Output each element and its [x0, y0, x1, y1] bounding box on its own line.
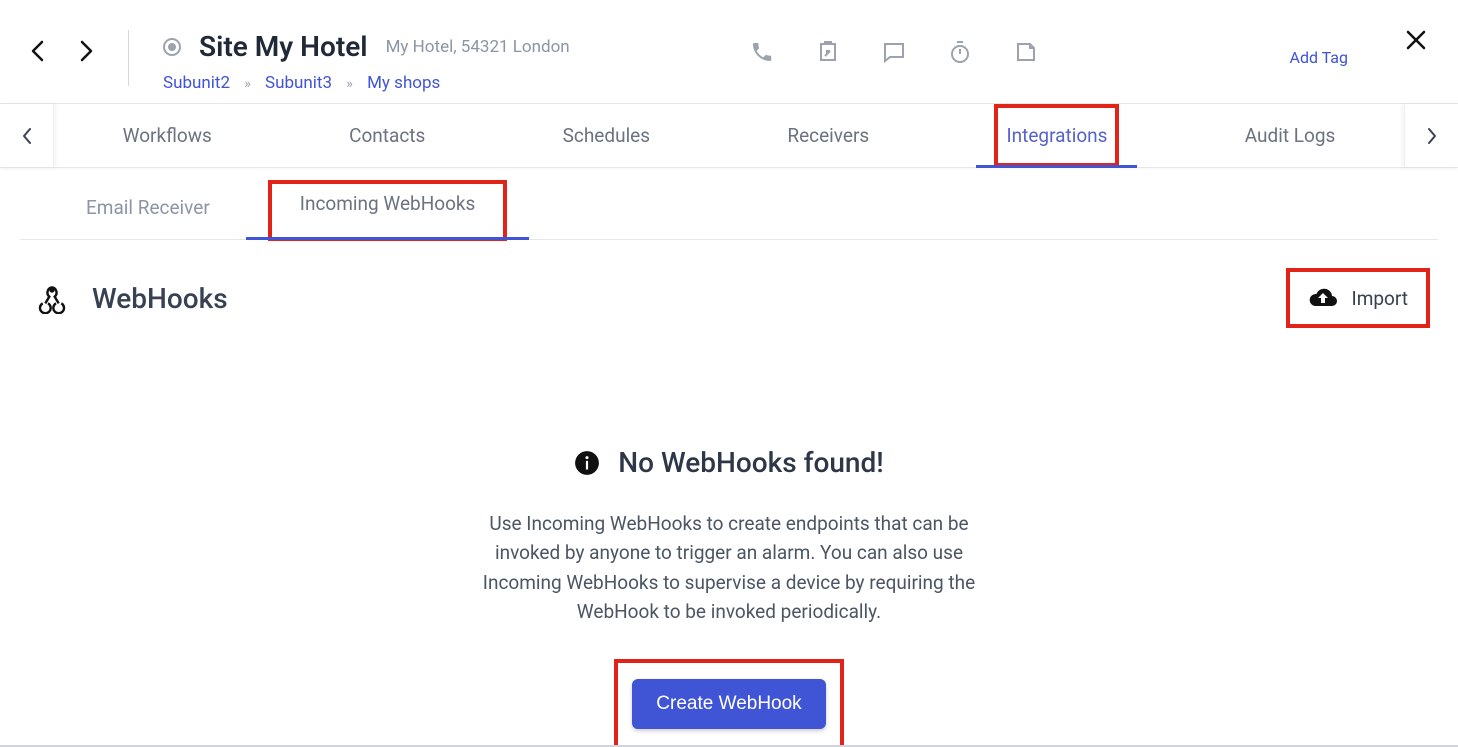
- breadcrumb-link[interactable]: Subunit2: [163, 73, 230, 93]
- phone-icon[interactable]: [750, 40, 774, 64]
- add-tag-link[interactable]: Add Tag: [1290, 48, 1349, 67]
- tabs-bar: Workflows Contacts Schedules Receivers I…: [0, 103, 1458, 168]
- create-webhook-button[interactable]: Create WebHook: [632, 679, 825, 729]
- location-text: My Hotel, 54321 London: [386, 37, 570, 57]
- import-button[interactable]: Import: [1288, 270, 1428, 326]
- page-title: Site My Hotel: [199, 30, 368, 63]
- divider: [128, 30, 129, 86]
- tab-integrations[interactable]: Integrations: [996, 106, 1117, 165]
- info-icon: [574, 450, 600, 476]
- cloud-upload-icon: [1308, 286, 1338, 310]
- history-nav: [30, 40, 94, 62]
- chevron-right-icon: »: [346, 76, 353, 92]
- chat-icon[interactable]: [882, 40, 906, 64]
- note-icon[interactable]: [1014, 40, 1038, 64]
- close-icon[interactable]: [1404, 28, 1428, 52]
- back-button[interactable]: [30, 40, 44, 62]
- breadcrumb-link[interactable]: Subunit3: [265, 73, 332, 93]
- section-title: WebHooks: [92, 282, 228, 315]
- tab-audit-logs[interactable]: Audit Logs: [1235, 106, 1346, 165]
- clipboard-icon[interactable]: [816, 40, 840, 64]
- header-toolbar: [750, 40, 1038, 64]
- import-label: Import: [1352, 287, 1408, 310]
- section-head: WebHooks Import: [0, 240, 1458, 326]
- tabs-scroll-right[interactable]: [1404, 104, 1458, 167]
- breadcrumb: Subunit2 » Subunit3 » My shops: [163, 73, 570, 93]
- subtabs: Email Receiver Incoming WebHooks: [20, 168, 1438, 240]
- status-indicator-icon: [163, 38, 181, 56]
- webhook-icon: [36, 282, 68, 314]
- tab-schedules[interactable]: Schedules: [553, 106, 660, 165]
- tabs-scroll-left[interactable]: [0, 104, 54, 167]
- subtab-email-receiver[interactable]: Email Receiver: [80, 182, 216, 239]
- subtab-incoming-webhooks[interactable]: Incoming WebHooks: [270, 182, 506, 239]
- title-block: Site My Hotel My Hotel, 54321 London Sub…: [163, 30, 570, 93]
- breadcrumb-link[interactable]: My shops: [367, 73, 440, 93]
- timer-icon[interactable]: [948, 40, 972, 64]
- forward-button[interactable]: [80, 40, 94, 62]
- tab-receivers[interactable]: Receivers: [777, 106, 879, 165]
- chevron-right-icon: »: [244, 76, 251, 92]
- header: Site My Hotel My Hotel, 54321 London Sub…: [0, 0, 1458, 103]
- empty-state: No WebHooks found! Use Incoming WebHooks…: [0, 446, 1458, 745]
- tab-contacts[interactable]: Contacts: [339, 106, 435, 165]
- tab-workflows[interactable]: Workflows: [113, 106, 222, 165]
- empty-description: Use Incoming WebHooks to create endpoint…: [469, 509, 989, 627]
- create-webhook-highlight: Create WebHook: [618, 663, 839, 745]
- empty-title: No WebHooks found!: [618, 446, 883, 479]
